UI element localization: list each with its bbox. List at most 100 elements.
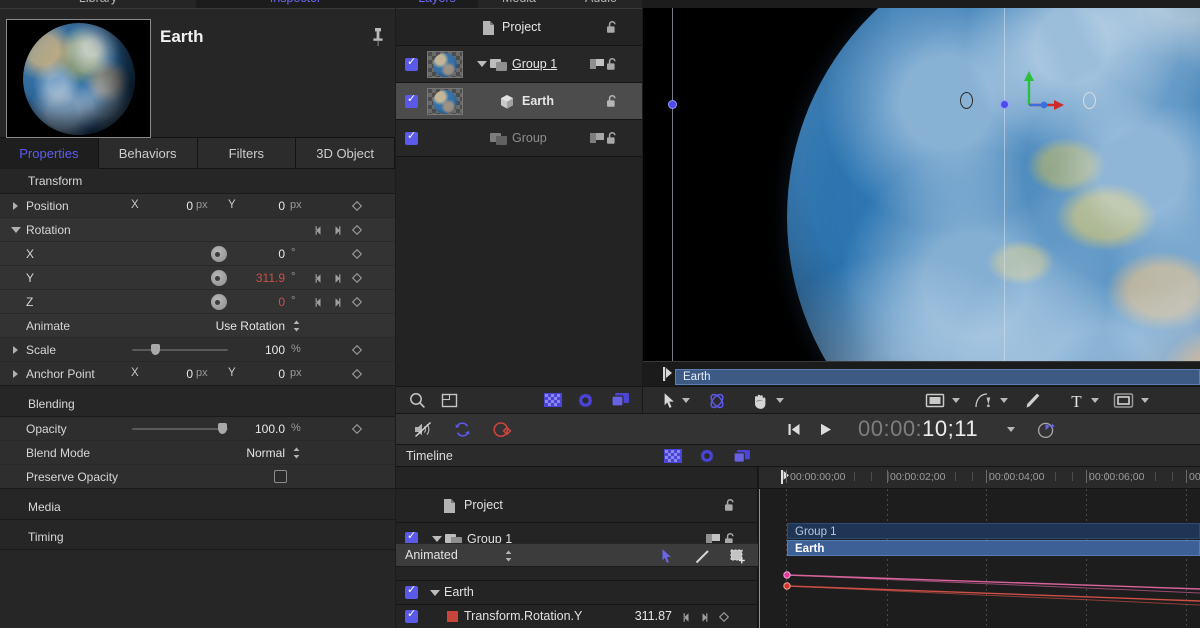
- checkerboard-icon[interactable]: [544, 392, 562, 408]
- earth-3d-object[interactable]: [787, 8, 1200, 361]
- property-row-blend-mode[interactable]: Blend Mode Normal: [0, 441, 395, 465]
- text-tool-icon[interactable]: T: [1068, 392, 1085, 410]
- mute-icon[interactable]: [414, 421, 433, 438]
- disclosure-triangle-icon[interactable]: [430, 590, 440, 596]
- timeline-visibility-checkbox[interactable]: [405, 607, 418, 623]
- chevron-down-icon[interactable]: [682, 398, 690, 403]
- pin-icon[interactable]: [371, 27, 385, 49]
- timeline-value-rotation-y[interactable]: 311.87: [586, 609, 672, 623]
- property-row-preserve-opacity[interactable]: Preserve Opacity: [0, 465, 395, 489]
- layer-visibility-checkbox[interactable]: [405, 129, 418, 145]
- timeline-name-earth[interactable]: Earth: [444, 585, 474, 599]
- play-icon[interactable]: [819, 422, 833, 437]
- layer-row-earth[interactable]: Earth: [396, 83, 642, 120]
- scale-slider-knob[interactable]: [151, 344, 160, 355]
- layer-name-group-1[interactable]: Group 1: [512, 57, 557, 71]
- timeline-row-earth[interactable]: Earth: [396, 581, 757, 605]
- anchor-y-value[interactable]: 0: [240, 367, 285, 381]
- animate-popup-value[interactable]: Use Rotation: [175, 319, 285, 333]
- layer-row-project[interactable]: Project: [396, 9, 642, 46]
- scale-slider-track[interactable]: [132, 349, 228, 351]
- disclosure-triangle-icon[interactable]: [477, 61, 487, 67]
- chevron-down-icon[interactable]: [1091, 398, 1099, 403]
- lock-icon[interactable]: [605, 131, 620, 146]
- layer-row-group[interactable]: Group: [396, 120, 642, 157]
- anchor-keyframe-diamond-icon[interactable]: [352, 369, 362, 379]
- chevron-down-icon[interactable]: [1141, 398, 1149, 403]
- opacity-keyframe-diamond-icon[interactable]: [352, 424, 362, 434]
- lock-icon[interactable]: [605, 20, 620, 35]
- opacity-slider-knob[interactable]: [218, 423, 227, 434]
- paint-stroke-tool-icon[interactable]: [1024, 392, 1043, 410]
- property-row-rotation-x[interactable]: X 0 °: [0, 242, 395, 266]
- rotation-y-next-keyframe-icon[interactable]: [332, 273, 343, 284]
- disclosure-triangle-icon[interactable]: [432, 536, 442, 542]
- rotation-z-value[interactable]: 0: [240, 295, 285, 309]
- property-row-rotation-y[interactable]: Y 311.9 °: [0, 266, 395, 290]
- timeline-track-area[interactable]: 00:00:00;00 00:00:02;00 00:00:04;00 00:0…: [759, 467, 1200, 628]
- tab-layers[interactable]: Layers: [396, 0, 478, 8]
- chevron-down-icon[interactable]: [1007, 427, 1015, 432]
- timeline-visibility-checkbox[interactable]: [405, 583, 418, 599]
- keyframe-recorder-icon[interactable]: [1037, 421, 1055, 439]
- scale-keyframe-diamond-icon[interactable]: [352, 345, 362, 355]
- layout-icon[interactable]: [733, 449, 751, 464]
- timecode-display[interactable]: 00:00:10;11: [858, 416, 978, 442]
- pan-tool-icon[interactable]: [751, 392, 770, 410]
- next-keyframe-icon[interactable]: [332, 225, 343, 236]
- animated-filter-stepper-icon[interactable]: [504, 549, 513, 563]
- position-keyframe-diamond-icon[interactable]: [352, 201, 362, 211]
- loop-icon[interactable]: [453, 421, 472, 438]
- rotation-y-previous-keyframe-icon[interactable]: [313, 273, 324, 284]
- property-row-animate[interactable]: Animate Use Rotation: [0, 314, 395, 338]
- rotation-y-keyframe-diamond-icon[interactable]: [352, 273, 362, 283]
- layer-visibility-checkbox[interactable]: [405, 55, 418, 71]
- rotation-ring-left[interactable]: [960, 92, 973, 109]
- group-badge-icon[interactable]: [590, 131, 604, 145]
- transform-3d-tool-icon[interactable]: [708, 392, 726, 410]
- playhead-marker-icon[interactable]: [663, 366, 675, 382]
- tab-filters[interactable]: Filters: [197, 138, 297, 169]
- rotation-y-value[interactable]: 311.9: [232, 271, 285, 285]
- go-to-start-icon[interactable]: [787, 422, 801, 437]
- pen-tool-icon[interactable]: [695, 549, 710, 564]
- disclosure-triangle-icon[interactable]: [13, 370, 18, 378]
- next-keyframe-icon[interactable]: [699, 612, 710, 623]
- region-select-icon[interactable]: [730, 549, 746, 564]
- layer-visibility-checkbox[interactable]: [405, 92, 418, 108]
- position-y-value[interactable]: 0: [240, 199, 285, 213]
- tab-media[interactable]: Media: [478, 0, 560, 8]
- property-row-opacity[interactable]: Opacity 100.0 %: [0, 417, 395, 441]
- anchor-x-value[interactable]: 0: [145, 367, 193, 381]
- rotation-z-dial[interactable]: [211, 294, 227, 310]
- lock-icon[interactable]: [605, 57, 620, 72]
- timeline-name-rotation-y[interactable]: Transform.Rotation.Y: [464, 609, 582, 623]
- crop-icon[interactable]: [441, 392, 458, 409]
- tab-library[interactable]: Library: [0, 0, 196, 8]
- disclosure-triangle-icon[interactable]: [13, 202, 18, 210]
- opacity-slider-track[interactable]: [132, 428, 228, 430]
- anchor-point-dot-left[interactable]: [668, 100, 677, 109]
- chevron-down-icon[interactable]: [776, 398, 784, 403]
- tab-3d-object[interactable]: 3D Object: [296, 138, 395, 169]
- rotation-x-value[interactable]: 0: [240, 247, 285, 261]
- layer-row-group-1[interactable]: Group 1: [396, 46, 642, 83]
- arrow-tool-icon[interactable]: [661, 548, 673, 564]
- timeline-ruler[interactable]: 00:00:00;00 00:00:02;00 00:00:04;00 00:0…: [759, 467, 1200, 489]
- layer-name-earth[interactable]: Earth: [522, 94, 554, 108]
- bezier-pen-tool-icon[interactable]: [974, 392, 995, 410]
- canvas-mini-timeline[interactable]: Earth: [643, 361, 1200, 386]
- rotation-z-previous-keyframe-icon[interactable]: [313, 297, 324, 308]
- search-icon[interactable]: [409, 392, 426, 409]
- timeline-row-project[interactable]: Project: [396, 489, 757, 523]
- transform-3d-handles[interactable]: [1001, 70, 1071, 130]
- animate-stepper-icon[interactable]: [292, 319, 301, 333]
- lock-icon[interactable]: [605, 94, 620, 109]
- rotation-z-keyframe-diamond-icon[interactable]: [352, 297, 362, 307]
- record-keyframe-icon[interactable]: [492, 421, 513, 439]
- timeline-clip-group-1[interactable]: Group 1: [787, 523, 1200, 539]
- rotation-y-dial[interactable]: [211, 270, 227, 286]
- chevron-down-icon[interactable]: [952, 398, 960, 403]
- animated-filter-bar[interactable]: Animated: [396, 543, 758, 567]
- disclosure-triangle-icon[interactable]: [13, 346, 18, 354]
